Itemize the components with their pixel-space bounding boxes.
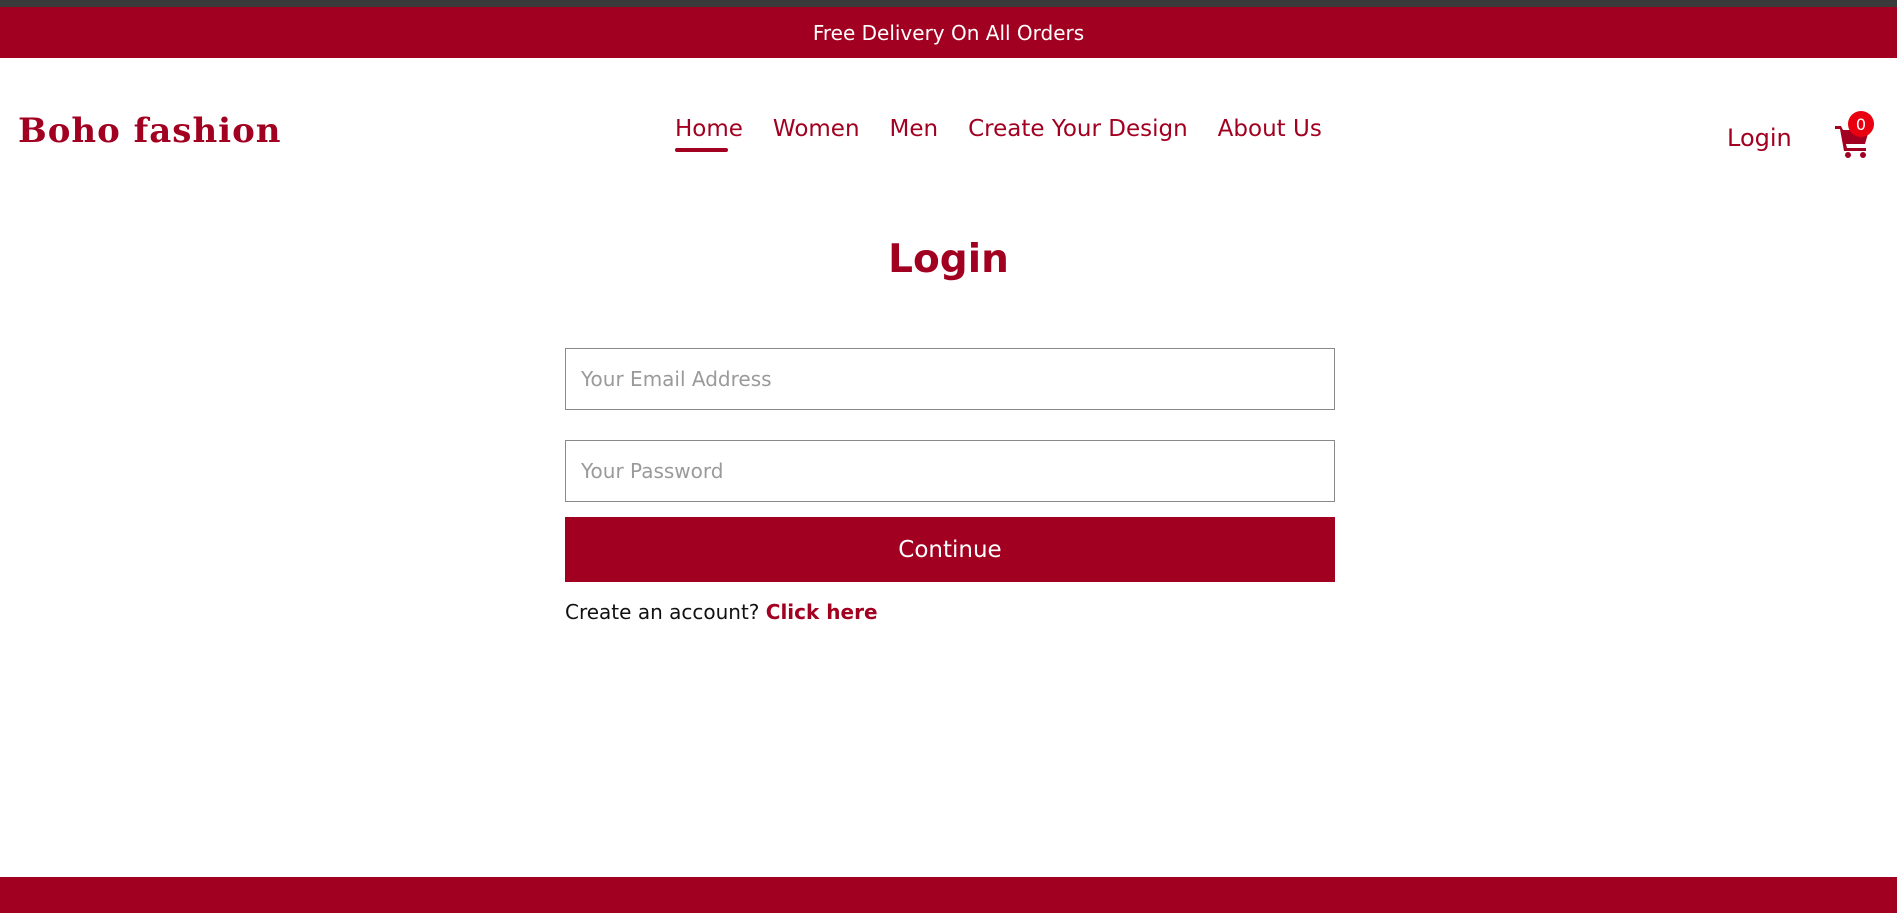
signup-row: Create an account? Click here bbox=[565, 598, 878, 626]
browser-chrome-strip bbox=[0, 0, 1897, 7]
cart-count-badge: 0 bbox=[1848, 111, 1874, 137]
main-nav: Home Women Men Create Your Design About … bbox=[675, 113, 1352, 153]
nav-item-about-us[interactable]: About Us bbox=[1218, 113, 1322, 153]
brand-logo[interactable]: Boho fashion bbox=[18, 110, 281, 152]
nav-item-women[interactable]: Women bbox=[773, 113, 860, 153]
nav-item-create-your-design[interactable]: Create Your Design bbox=[968, 113, 1188, 153]
continue-button[interactable]: Continue bbox=[565, 517, 1335, 582]
header-login-link[interactable]: Login bbox=[1727, 122, 1792, 154]
signup-link[interactable]: Click here bbox=[766, 600, 878, 624]
signup-prompt: Create an account? bbox=[565, 600, 760, 624]
footer-bar bbox=[0, 877, 1897, 913]
email-field[interactable] bbox=[565, 348, 1335, 410]
page-title: Login bbox=[888, 237, 1009, 282]
password-field[interactable] bbox=[565, 440, 1335, 502]
nav-item-home[interactable]: Home bbox=[675, 113, 743, 153]
nav-item-men[interactable]: Men bbox=[890, 113, 939, 153]
promo-banner: Free Delivery On All Orders bbox=[0, 7, 1897, 58]
promo-text: Free Delivery On All Orders bbox=[812, 20, 1085, 45]
